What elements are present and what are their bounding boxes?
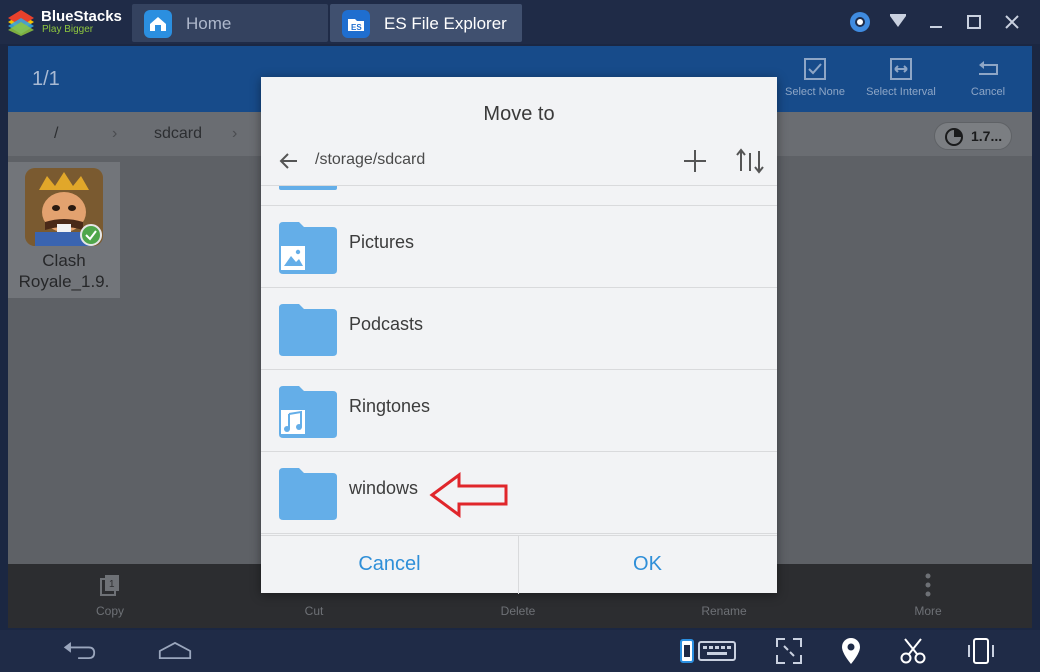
dialog-path-bar: /storage/sdcard (261, 137, 777, 185)
bluestacks-name: BlueStacks (41, 8, 122, 25)
back-arrow-icon[interactable] (277, 149, 301, 173)
file-name: Clash Royale_1.9. (8, 250, 120, 292)
close-icon[interactable] (1000, 10, 1024, 34)
location-icon[interactable] (834, 635, 868, 667)
folder-label: Ringtones (349, 396, 431, 416)
dialog-title: Move to (483, 103, 555, 125)
tab-home[interactable]: Home (132, 4, 328, 42)
keyboard-icon[interactable] (678, 635, 738, 667)
folder-row-ringtones[interactable]: Ringtones (261, 370, 777, 452)
sort-icon[interactable] (735, 147, 765, 175)
shake-icon[interactable] (964, 635, 998, 667)
red-arrow-annotation-icon (429, 472, 508, 518)
scissors-icon[interactable] (896, 635, 930, 667)
svg-text:1: 1 (109, 579, 115, 590)
bluestacks-tagline: Play Bigger (42, 24, 94, 35)
cancel-selection-label: Cancel (970, 86, 1006, 98)
es-file-explorer-icon: ES (342, 10, 370, 38)
host-bottom-bar (0, 630, 1040, 672)
select-none-label: Select None (785, 86, 845, 98)
folder-label: Podcasts (349, 314, 424, 334)
copy-button[interactable]: 1 Copy (50, 570, 170, 618)
ok-button[interactable]: OK (519, 536, 776, 594)
tab-home-label: Home (186, 14, 232, 33)
file-name-line-2: Royale_1.9. (18, 272, 110, 291)
fullscreen-icon[interactable] (772, 635, 806, 667)
file-item[interactable]: Clash Royale_1.9. (8, 162, 120, 298)
more-vertical-icon (925, 573, 931, 597)
copy-icon: 1 (100, 575, 119, 596)
folder-icon (279, 186, 337, 190)
interval-icon (890, 58, 912, 80)
account-icon[interactable] (848, 10, 872, 34)
folder-list: Pictures Podcasts Ringtones windows (261, 185, 777, 535)
ringtones-folder-icon (279, 386, 337, 438)
file-name-line-1: Clash (42, 251, 86, 270)
home-nav-icon[interactable] (158, 635, 192, 667)
more-label: More (914, 604, 942, 618)
pictures-folder-icon (279, 222, 337, 274)
dialog-current-path: /storage/sdcard (315, 151, 426, 168)
chevron-right-icon: › (112, 125, 118, 142)
minimize-icon[interactable] (924, 10, 948, 34)
folder-row-windows[interactable]: windows (261, 452, 777, 534)
delete-label: Delete (500, 604, 536, 618)
storage-indicator[interactable]: 1.7... (934, 122, 1012, 150)
add-folder-icon[interactable] (681, 147, 709, 175)
rename-label: Rename (701, 604, 747, 618)
menu-icon[interactable] (886, 10, 910, 34)
copy-label: Copy (95, 604, 124, 618)
tab-es-label: ES File Explorer (384, 14, 507, 33)
list-item[interactable] (261, 186, 777, 206)
chevron-right-icon: › (232, 125, 238, 142)
folder-icon (279, 468, 337, 520)
cancel-selection-button[interactable]: Cancel (943, 56, 1032, 106)
check-icon (80, 224, 102, 246)
cancel-button[interactable]: Cancel (261, 536, 518, 594)
select-none-button[interactable]: Select None (770, 56, 860, 106)
breadcrumb-root[interactable]: / (54, 125, 58, 143)
folder-row-podcasts[interactable]: Podcasts (261, 288, 777, 370)
move-to-dialog: Move to /storage/sdcard Pictures Podcast… (261, 77, 777, 594)
svg-text:ES: ES (351, 23, 362, 32)
checkbox-icon (804, 58, 826, 80)
home-icon (144, 10, 172, 38)
tab-es-file-explorer[interactable]: ES ES File Explorer (330, 4, 522, 42)
folder-icon (279, 304, 337, 356)
folder-row-pictures[interactable]: Pictures (261, 206, 777, 288)
breadcrumb-sdcard[interactable]: sdcard (154, 125, 202, 143)
title-bar: BlueStacks Play Bigger Home ES ES File E… (0, 0, 1040, 44)
storage-text: 1.7... (971, 128, 1003, 144)
maximize-icon[interactable] (962, 10, 986, 34)
select-interval-button[interactable]: Select Interval (856, 56, 946, 106)
cut-label: Cut (304, 604, 324, 618)
selection-counter: 1/1 (32, 68, 60, 90)
dialog-button-bar: Cancel OK (261, 535, 777, 594)
more-button[interactable]: More (868, 570, 988, 618)
bluestacks-logo-icon (8, 10, 34, 36)
folder-label: windows (349, 478, 419, 498)
bluestacks-window: BlueStacks Play Bigger Home ES ES File E… (0, 0, 1040, 672)
pie-chart-icon (945, 128, 963, 146)
back-icon[interactable] (62, 635, 96, 667)
undo-icon (979, 61, 998, 75)
folder-label: Pictures (349, 232, 415, 252)
select-interval-label: Select Interval (866, 86, 936, 98)
